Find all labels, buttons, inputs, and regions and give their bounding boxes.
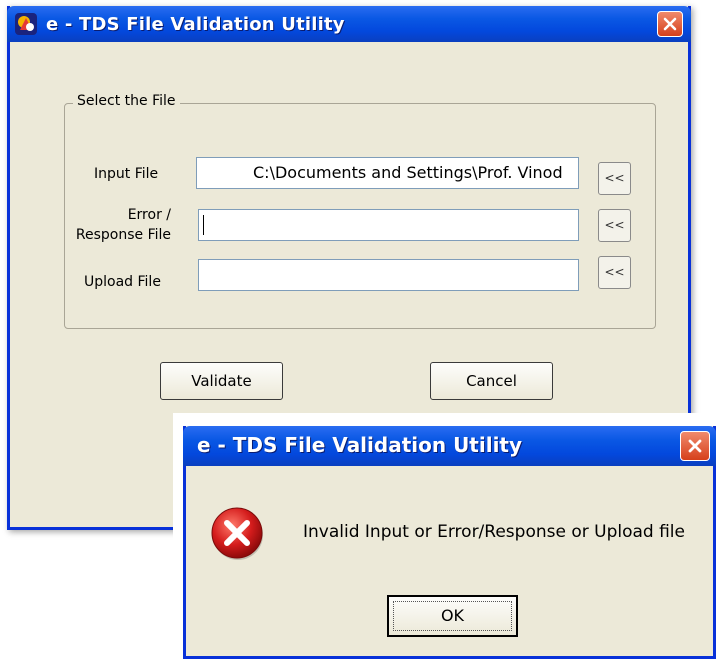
input-file-browse-button[interactable]: << xyxy=(598,162,631,195)
dialog-close-button[interactable] xyxy=(680,431,710,461)
error-file-browse-button[interactable]: << xyxy=(598,209,631,242)
text-caret xyxy=(203,215,204,235)
error-icon xyxy=(210,506,266,562)
upload-file-field[interactable] xyxy=(198,259,579,291)
cancel-button[interactable]: Cancel xyxy=(430,362,553,400)
error-message: Invalid Input or Error/Response or Uploa… xyxy=(303,522,685,542)
group-label: Select the File xyxy=(73,93,180,109)
focus-rectangle xyxy=(393,601,512,631)
dialog-title-bar[interactable]: e - TDS File Validation Utility xyxy=(183,426,716,466)
main-close-button[interactable] xyxy=(657,11,683,37)
dialog-backdrop: e - TDS File Validation Utility Invalid … xyxy=(173,413,716,659)
error-dialog: e - TDS File Validation Utility Invalid … xyxy=(183,426,716,659)
error-label-line2: Response File xyxy=(75,227,171,243)
app-icon xyxy=(15,13,37,35)
upload-file-label: Upload File xyxy=(84,274,161,290)
main-window-title: e - TDS File Validation Utility xyxy=(46,14,345,35)
main-title-bar[interactable]: e - TDS File Validation Utility xyxy=(7,6,691,42)
ok-button[interactable]: OK xyxy=(387,595,518,637)
close-icon xyxy=(663,17,677,31)
close-icon xyxy=(688,439,702,453)
input-file-label: Input File xyxy=(94,166,159,182)
error-label-line1: Error / xyxy=(127,207,171,223)
input-file-field[interactable]: C:\Documents and Settings\Prof. Vinod xyxy=(196,157,579,189)
dialog-title: e - TDS File Validation Utility xyxy=(197,433,523,457)
upload-file-browse-button[interactable]: << xyxy=(598,256,631,289)
error-response-file-field[interactable] xyxy=(198,209,579,241)
validate-button[interactable]: Validate xyxy=(160,362,283,400)
